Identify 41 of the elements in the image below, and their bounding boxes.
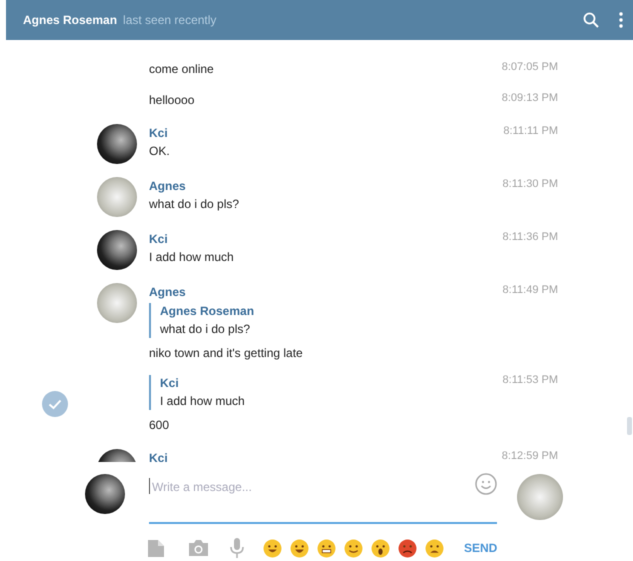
message-time: 8:11:49 PM [502,283,558,298]
sender-name[interactable]: Kci [149,449,502,462]
search-icon[interactable] [583,12,599,28]
quoted-sender: Agnes Roseman [160,303,256,320]
message-time: 8:09:13 PM [502,91,558,106]
message-text: OK. [149,143,171,160]
message-text: what do i do pls? [149,196,240,213]
avatar-photo[interactable] [85,474,125,514]
contact-name[interactable]: Agnes Roseman [23,13,118,27]
contact-status: last seen recently [123,13,218,27]
message-time: 8:11:11 PM [503,124,558,139]
emoji-icon[interactable] [317,538,336,558]
selected-check-icon[interactable] [42,391,68,417]
emoji-icon[interactable] [263,538,282,558]
message-time: 8:11:36 PM [502,230,558,245]
message-time: 8:11:53 PM [502,373,558,388]
send-button[interactable]: SEND [464,541,498,555]
quoted-text: what do i do pls? [160,321,252,338]
menu-icon[interactable] [619,12,623,28]
sender-name[interactable]: Kci [149,230,503,248]
message-time: 8:12:59 PM [502,449,558,462]
emoji-icon[interactable] [290,538,309,558]
emoji-icon[interactable] [398,538,417,558]
avatar-photo[interactable] [97,230,137,270]
message-text: I add how much [149,249,235,266]
avatar-photo[interactable] [97,124,137,164]
message-time: 8:11:30 PM [502,177,558,192]
sender-name[interactable]: Kci [149,124,504,142]
sender-name[interactable]: Agnes [149,177,503,195]
message-text: helloooo [149,92,196,109]
emoji-icon[interactable] [425,538,444,558]
emoji-icon[interactable] [344,538,363,558]
message-text: 600 [149,417,170,434]
quoted-text: I add how much [160,393,246,410]
message-time: 8:07:05 PM [502,60,558,75]
quoted-sender: Kci [160,375,180,392]
message-text: come online [149,61,215,78]
emoji-icon[interactable] [371,538,390,558]
sender-name[interactable]: Agnes [149,283,503,301]
message-text: niko town and it's getting late [149,345,304,362]
scrollbar-thumb[interactable] [627,417,632,435]
